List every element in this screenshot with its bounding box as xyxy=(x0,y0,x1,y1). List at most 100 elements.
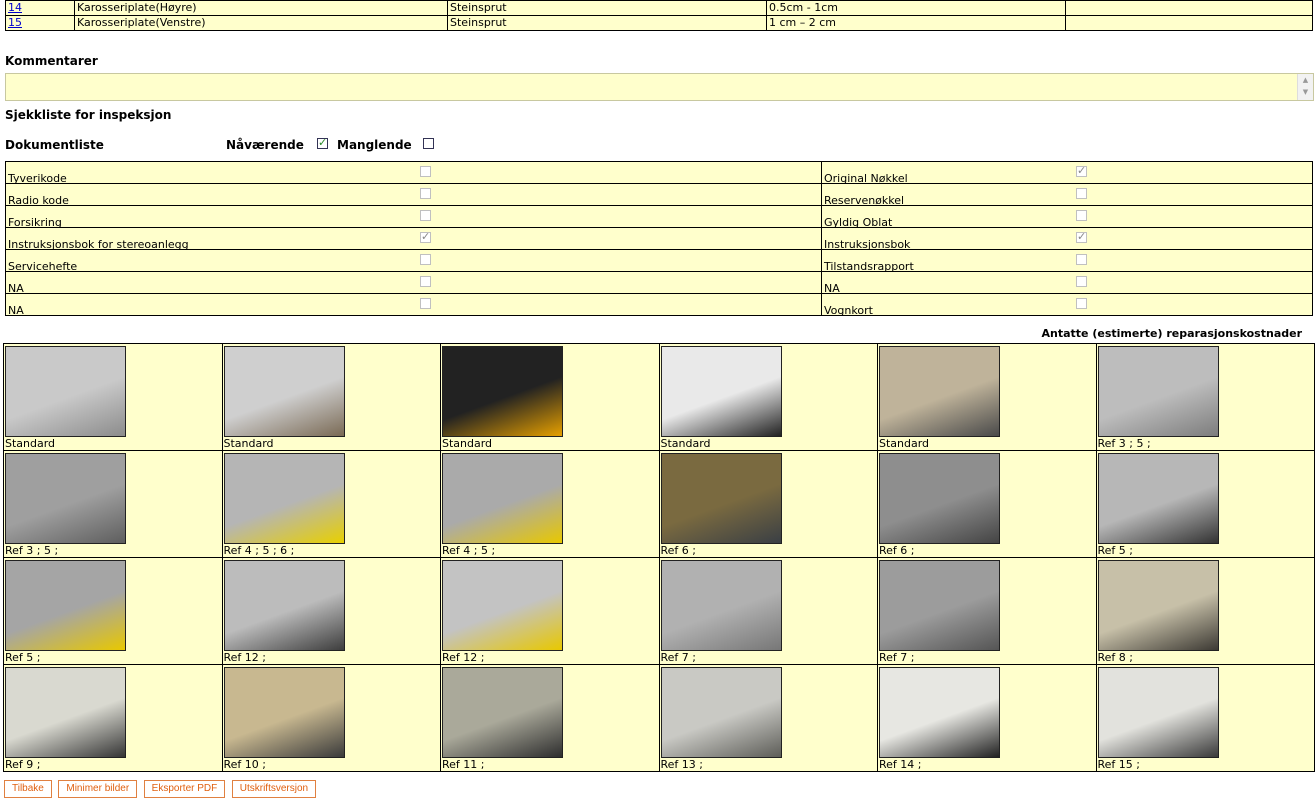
photo-cell: Ref 14 ; xyxy=(877,664,1097,772)
doclist-row: Instruksjonsbok for stereoanleggInstruks… xyxy=(5,227,1313,251)
photo-cell: Ref 3 ; 5 ; xyxy=(1095,343,1315,451)
damage-photo-thumbnail[interactable] xyxy=(223,346,345,437)
photo-caption: Ref 5 ; xyxy=(5,651,41,664)
doclist-legend: Dokumentliste Nåværende Manglende xyxy=(5,136,445,154)
damage-photo-thumbnail[interactable] xyxy=(879,667,1000,758)
doclist-cell: Gyldig Oblat xyxy=(821,205,1313,229)
doclist-checkbox[interactable] xyxy=(420,210,431,221)
comments-scrollbar[interactable]: ▲ ▼ xyxy=(1297,74,1313,100)
photo-caption: Ref 13 ; xyxy=(660,758,704,771)
photo-grid: Standard Standard Standard Standard Standard… xyxy=(3,343,1315,772)
photo-cell: Ref 5 ; xyxy=(1095,450,1315,558)
damage-part: Karosseriplate(Venstre) xyxy=(74,15,448,31)
table-row: 14 Karosseriplate(Høyre) Steinsprut 0.5c… xyxy=(5,0,1313,16)
scroll-up-icon[interactable]: ▲ xyxy=(1298,74,1313,86)
damage-photo-thumbnail[interactable] xyxy=(879,453,1000,544)
damage-photo-thumbnail[interactable] xyxy=(442,667,563,758)
doclist-checkbox[interactable] xyxy=(1076,276,1087,287)
damage-photo-thumbnail[interactable] xyxy=(660,453,782,544)
back-button[interactable]: Tilbake xyxy=(4,780,52,798)
damage-size: 1 cm – 2 cm xyxy=(766,15,1066,31)
doclist-checkbox[interactable] xyxy=(1076,210,1087,221)
photo-caption: Ref 12 ; xyxy=(442,651,485,664)
doclist-checkbox[interactable] xyxy=(1076,188,1087,199)
estimate-heading: Antatte (estimerte) reparasjonskostnader xyxy=(1041,327,1303,340)
photo-row: Ref 3 ; 5 ; Ref 4 ; 5 ; 6 ; Ref 4 ; 5 ; Ref… xyxy=(3,450,1315,558)
photo-caption: Ref 4 ; 5 ; xyxy=(442,544,496,557)
damage-photo-thumbnail[interactable] xyxy=(1097,453,1219,544)
doclist-checkbox[interactable] xyxy=(420,298,431,309)
doclist-cell: Vognkort xyxy=(821,293,1313,317)
doclist-cell: NA xyxy=(5,293,822,317)
doclist-checkbox[interactable] xyxy=(1076,254,1087,265)
doclist-cell: Tyverikode xyxy=(5,161,822,185)
doclist-cell: Reservenøkkel xyxy=(821,183,1313,207)
damage-photo-thumbnail[interactable] xyxy=(879,346,1000,437)
photo-caption: Ref 11 ; xyxy=(442,758,485,771)
minimize-images-button[interactable]: Minimer bilder xyxy=(58,780,138,798)
doclist-row: Tyverikode Original Nøkkel xyxy=(5,161,1313,185)
damage-ref-link[interactable]: 14 xyxy=(8,2,22,15)
doclist-checkbox[interactable] xyxy=(420,254,431,265)
doclist-cell: Instruksjonsbok for stereoanlegg xyxy=(5,227,822,251)
photo-cell: Ref 6 ; xyxy=(877,450,1097,558)
damage-photo-thumbnail[interactable] xyxy=(442,560,563,651)
photo-cell: Ref 4 ; 5 ; 6 ; xyxy=(221,450,441,558)
damage-photo-thumbnail[interactable] xyxy=(442,453,563,544)
damage-photo-thumbnail[interactable] xyxy=(442,346,563,437)
photo-caption: Ref 6 ; xyxy=(660,544,697,557)
damage-photo-thumbnail[interactable] xyxy=(1097,667,1219,758)
photo-caption: Ref 4 ; 5 ; 6 ; xyxy=(223,544,295,557)
photo-caption: Ref 14 ; xyxy=(879,758,922,771)
table-row: 15 Karosseriplate(Venstre) Steinsprut 1 … xyxy=(5,15,1313,31)
doclist-checkbox[interactable] xyxy=(420,230,431,243)
damage-type: Steinsprut xyxy=(447,15,767,31)
print-version-button[interactable]: Utskriftsversjon xyxy=(231,780,317,798)
damage-photo-thumbnail[interactable] xyxy=(879,560,1000,651)
damage-photo-thumbnail[interactable] xyxy=(5,667,126,758)
photo-cell: Ref 12 ; xyxy=(440,557,660,665)
damage-photo-thumbnail[interactable] xyxy=(660,667,782,758)
photo-cell: Standard xyxy=(877,343,1097,451)
damage-photo-thumbnail[interactable] xyxy=(223,453,345,544)
doclist-checkbox[interactable] xyxy=(1076,230,1087,243)
damage-ref-link[interactable]: 15 xyxy=(8,17,22,30)
doclist-heading: Dokumentliste xyxy=(5,138,104,152)
doclist-checkbox[interactable] xyxy=(420,166,431,177)
damage-photo-thumbnail[interactable] xyxy=(1097,346,1219,437)
photo-cell: Standard xyxy=(658,343,878,451)
photo-cell: Standard xyxy=(440,343,660,451)
checklist-heading: Sjekkliste for inspeksjon xyxy=(5,108,172,122)
doclist-cell: NA xyxy=(821,271,1313,295)
damage-photo-thumbnail[interactable] xyxy=(223,560,345,651)
damage-photo-thumbnail[interactable] xyxy=(223,667,345,758)
doclist-checkbox[interactable] xyxy=(420,276,431,287)
photo-cell: Ref 12 ; xyxy=(221,557,441,665)
photo-caption: Standard xyxy=(5,437,56,450)
damage-photo-thumbnail[interactable] xyxy=(660,560,782,651)
photo-caption: Standard xyxy=(879,437,930,450)
photo-caption: Ref 7 ; xyxy=(879,651,915,664)
damage-photo-thumbnail[interactable] xyxy=(5,560,126,651)
damage-photo-thumbnail[interactable] xyxy=(5,346,126,437)
photo-caption: Ref 8 ; xyxy=(1097,651,1134,664)
doclist-checkbox[interactable] xyxy=(1076,298,1087,309)
damage-photo-thumbnail[interactable] xyxy=(660,346,782,437)
action-bar: Tilbake Minimer bilder Eksporter PDF Uts… xyxy=(4,780,319,798)
doclist-checkbox[interactable] xyxy=(1076,164,1087,177)
export-pdf-button[interactable]: Eksporter PDF xyxy=(143,780,226,798)
damage-extra xyxy=(1065,0,1313,16)
doclist-checkbox[interactable] xyxy=(420,188,431,199)
comments-textarea[interactable]: ▲ ▼ xyxy=(5,73,1314,101)
doclist-cell: Radio kode xyxy=(5,183,822,207)
scroll-down-icon[interactable]: ▼ xyxy=(1298,86,1313,98)
damage-photo-thumbnail[interactable] xyxy=(1097,560,1219,651)
photo-row: Ref 9 ; Ref 10 ; Ref 11 ; Ref 13 ; Ref 14 ; R… xyxy=(3,664,1315,772)
doclist-cell: Forsikring xyxy=(5,205,822,229)
doclist-row: Forsikring Gyldig Oblat xyxy=(5,205,1313,229)
photo-cell: Ref 3 ; 5 ; xyxy=(3,450,223,558)
photo-cell: Ref 8 ; xyxy=(1095,557,1315,665)
damage-size: 0.5cm - 1cm xyxy=(766,0,1066,16)
missing-legend-label: Manglende xyxy=(337,138,412,152)
damage-photo-thumbnail[interactable] xyxy=(5,453,126,544)
